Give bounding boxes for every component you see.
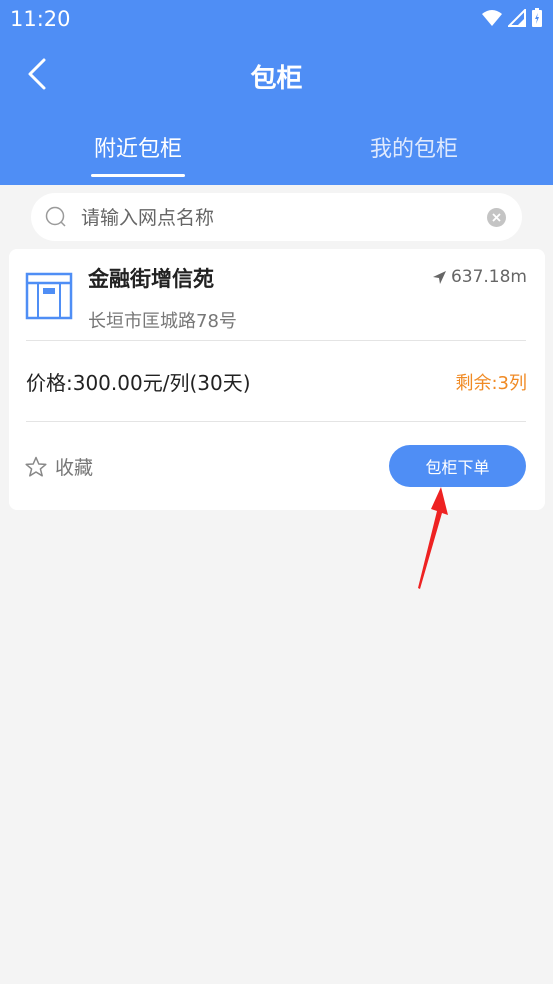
search-input[interactable] bbox=[79, 193, 483, 243]
status-icons bbox=[481, 8, 543, 28]
signal-icon bbox=[508, 9, 526, 27]
battery-charging-icon bbox=[532, 8, 542, 27]
annotation-arrow bbox=[418, 487, 448, 589]
cabinet-icon bbox=[25, 272, 73, 320]
active-tab-indicator bbox=[91, 174, 185, 177]
wifi-icon bbox=[482, 10, 502, 26]
cabinet-address: 长垣市匡城路78号 bbox=[88, 311, 237, 332]
divider bbox=[26, 421, 526, 422]
navigation-arrow-icon bbox=[432, 270, 446, 284]
favorite-button[interactable]: 收藏 bbox=[25, 453, 93, 480]
cabinet-card[interactable]: 金融街增信苑 长垣市匡城路78号 637.18m 价格:300.00元/列(30… bbox=[9, 249, 545, 510]
cabinet-name: 金融街增信苑 bbox=[88, 267, 214, 291]
star-outline-icon bbox=[25, 456, 47, 477]
status-time: 11:20 bbox=[10, 7, 71, 31]
search-bar bbox=[31, 193, 522, 243]
distance-info: 637.18m bbox=[432, 267, 527, 287]
distance-value: 637.18m bbox=[450, 267, 527, 287]
order-cabinet-button[interactable]: 包柜下单 bbox=[389, 445, 526, 487]
header-bar: 11:20 包柜 附近包柜 我的包柜 bbox=[0, 0, 553, 185]
tab-nearby-cabinets[interactable]: 附近包柜 bbox=[38, 131, 238, 163]
tab-my-cabinets[interactable]: 我的包柜 bbox=[314, 131, 514, 163]
remaining-count: 剩余:3列 bbox=[455, 373, 527, 394]
page-title: 包柜 bbox=[250, 64, 303, 94]
clear-icon[interactable] bbox=[487, 208, 506, 227]
favorite-label: 收藏 bbox=[55, 457, 94, 479]
price-text: 价格:300.00元/列(30天) bbox=[26, 371, 251, 395]
search-icon bbox=[45, 206, 66, 227]
divider bbox=[26, 340, 526, 341]
